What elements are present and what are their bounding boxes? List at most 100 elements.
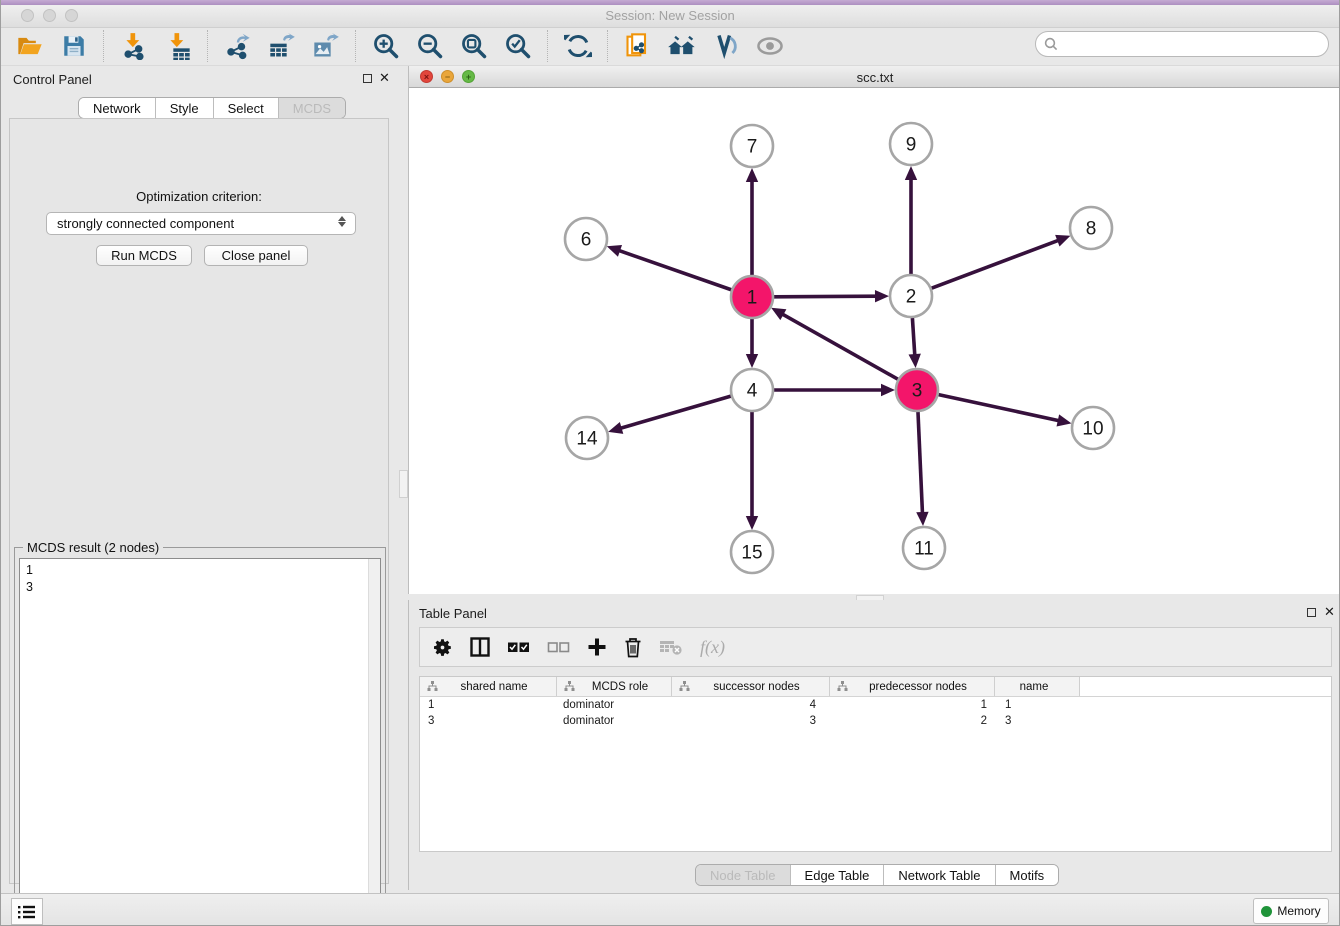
graph-edge-2-3[interactable] [912,318,914,356]
cell-name[interactable]: 1 [995,699,1080,711]
criterion-dropdown-value: strongly connected component [57,216,234,231]
save-session-icon[interactable] [59,31,89,61]
cell-successor-nodes[interactable]: 3 [672,715,830,727]
task-history-button[interactable] [11,898,43,925]
network-window-titlebar[interactable]: × − + scc.txt [409,66,1340,88]
edge-arrowhead [746,516,758,530]
mcds-result-text: 1 3 [26,562,33,596]
import-network-icon[interactable] [119,31,149,61]
tab-network[interactable]: Network [79,98,156,118]
cell-shared-name[interactable]: 3 [420,715,557,727]
tab-mcds[interactable]: MCDS [279,98,345,118]
graph-node-label-9: 9 [906,135,917,156]
close-panel-icon[interactable]: ✕ [379,70,390,86]
mcds-result-title: MCDS result (2 nodes) [23,540,163,555]
network-view-window: × − + scc.txt 7968124314101511 [408,66,1340,594]
result-scrollbar[interactable] [368,559,380,921]
graph-edge-1-2[interactable] [774,296,877,297]
close-panel-icon[interactable]: ✕ [1324,604,1335,620]
network-graph-canvas[interactable]: 7968124314101511 [409,88,1340,594]
gear-icon[interactable] [432,634,453,660]
column-type-icon [427,681,438,692]
graph-node-label-10: 10 [1082,419,1103,440]
run-mcds-button[interactable]: Run MCDS [96,245,192,266]
edge-arrowhead [875,290,889,302]
split-columns-icon[interactable] [470,634,490,660]
home-networks-icon[interactable] [667,31,697,61]
clone-network-icon[interactable] [623,31,653,61]
column-header-successor-nodes[interactable]: successor nodes [672,677,830,696]
delete-icon[interactable] [624,634,642,660]
add-icon[interactable] [587,634,607,660]
main-toolbar [1,27,1339,66]
graph-edge-2-8[interactable] [932,240,1060,288]
float-panel-icon[interactable] [363,74,372,83]
zoom-in-icon[interactable] [371,31,401,61]
export-table-icon[interactable] [267,31,297,61]
graph-edge-3-1[interactable] [782,314,898,380]
graph-node-label-3: 3 [912,381,923,402]
mcds-result-area[interactable]: 1 3 [19,558,381,922]
application-window: Session: New Session [0,0,1340,926]
cell-MCDS-role[interactable]: dominator [557,699,672,711]
graph-node-label-6: 6 [581,230,592,251]
dropdown-stepper-icon [338,216,346,227]
show-graphics-icon[interactable] [755,31,785,61]
splitter-handle[interactable] [399,470,408,498]
edge-arrowhead [1055,235,1070,247]
refresh-icon[interactable] [563,31,593,61]
edge-arrowhead [607,245,622,257]
search-input[interactable] [1035,31,1329,57]
graph-node-label-1: 1 [747,288,758,309]
tab-network-table[interactable]: Network Table [884,865,995,885]
graph-edge-3-11[interactable] [918,412,923,514]
export-image-icon[interactable] [311,31,341,61]
tab-motifs[interactable]: Motifs [996,865,1059,885]
zoom-out-icon[interactable] [415,31,445,61]
zoom-selected-icon[interactable] [503,31,533,61]
tab-node-table[interactable]: Node Table [696,865,791,885]
vizmapper-icon[interactable] [711,31,741,61]
deselect-all-icon[interactable] [547,634,570,660]
criterion-dropdown[interactable]: strongly connected component [46,212,356,235]
cell-name[interactable]: 3 [995,715,1080,727]
memory-status-icon [1261,906,1272,917]
graph-edge-1-6[interactable] [618,250,731,290]
graph-edge-4-14[interactable] [620,396,731,428]
status-bar: Memory [1,893,1339,926]
close-panel-button[interactable]: Close panel [204,245,308,266]
zoom-fit-icon[interactable] [459,31,489,61]
control-panel-title: Control Panel [13,72,92,87]
table-row[interactable]: 1dominator411 [420,697,1331,713]
graph-node-label-15: 15 [741,543,762,564]
column-header-MCDS-role[interactable]: MCDS role [557,677,672,696]
cell-successor-nodes[interactable]: 4 [672,699,830,711]
float-panel-icon[interactable] [1307,608,1316,617]
cell-shared-name[interactable]: 1 [420,699,557,711]
cell-predecessor-nodes[interactable]: 1 [830,699,995,711]
cell-predecessor-nodes[interactable]: 2 [830,715,995,727]
column-header-shared-name[interactable]: shared name [420,677,557,696]
tab-select[interactable]: Select [214,98,279,118]
tab-style[interactable]: Style [156,98,214,118]
table-row[interactable]: 3dominator323 [420,713,1331,729]
graph-node-label-8: 8 [1086,219,1097,240]
table-toolbar: f(x) [419,627,1332,667]
column-header-predecessor-nodes[interactable]: predecessor nodes [830,677,995,696]
edge-arrowhead [905,166,917,180]
import-table-icon[interactable] [163,31,193,61]
export-network-icon[interactable] [223,31,253,61]
select-all-icon[interactable] [507,634,530,660]
edge-arrowhead [909,354,921,368]
graph-node-label-14: 14 [576,429,598,450]
graph-edge-3-10[interactable] [939,395,1060,421]
column-type-icon [679,681,690,692]
cell-MCDS-role[interactable]: dominator [557,715,672,727]
node-table[interactable]: shared nameMCDS rolesuccessor nodesprede… [419,676,1332,852]
open-session-icon[interactable] [15,31,45,61]
edge-arrowhead [608,422,623,434]
tab-edge-table[interactable]: Edge Table [791,865,885,885]
edge-arrowhead [746,168,758,182]
memory-button[interactable]: Memory [1253,898,1329,924]
column-header-name[interactable]: name [995,677,1080,696]
